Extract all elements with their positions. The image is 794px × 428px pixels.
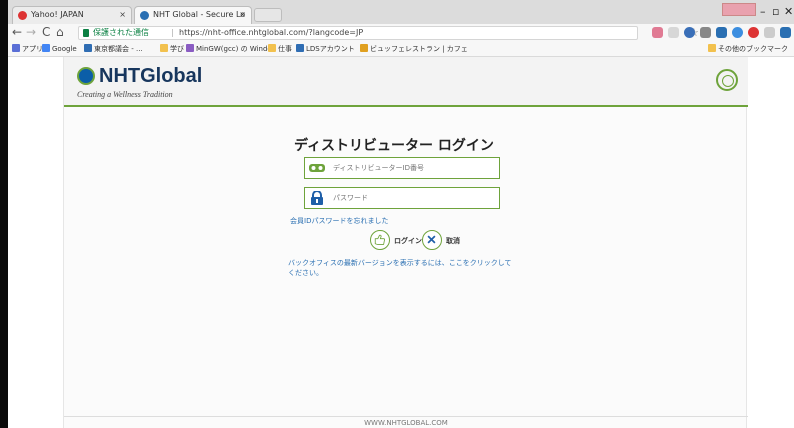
folder-icon bbox=[160, 44, 168, 52]
page-viewport: NHTGlobal Creating a Wellness Tradition … bbox=[8, 57, 794, 428]
latest-version-link[interactable]: バックオフィスの最新バージョンを表示するには、ここをクリックしてください。 bbox=[288, 258, 518, 278]
password-field[interactable] bbox=[304, 187, 500, 209]
profile-avatar-icon[interactable] bbox=[780, 27, 791, 38]
tab-title: Yahoo! JAPAN bbox=[31, 10, 84, 19]
reload-button[interactable]: C bbox=[42, 25, 50, 40]
tab-yahoo[interactable]: Yahoo! JAPAN × bbox=[12, 6, 132, 24]
login-title: ディストリビューター ログイン bbox=[294, 138, 494, 154]
site-icon bbox=[84, 44, 92, 52]
extension-pocket-icon[interactable] bbox=[684, 27, 695, 38]
minimize-button[interactable]: – bbox=[760, 6, 766, 18]
left-window-edge bbox=[0, 0, 8, 428]
site-panel: NHTGlobal Creating a Wellness Tradition … bbox=[63, 57, 748, 428]
bookmark-other[interactable]: その他のブックマーク bbox=[708, 42, 788, 56]
new-tab-button[interactable] bbox=[254, 8, 282, 22]
login-button-label: ログイン bbox=[394, 237, 422, 245]
site-icon bbox=[360, 44, 368, 52]
distributor-id-input[interactable] bbox=[333, 161, 493, 175]
site-logo[interactable]: NHTGlobal bbox=[99, 65, 202, 88]
folder-icon bbox=[268, 44, 276, 52]
bookmark-google[interactable]: Google bbox=[42, 42, 77, 56]
folder-icon bbox=[708, 44, 716, 52]
apps-grid-icon bbox=[12, 44, 20, 52]
password-input[interactable] bbox=[333, 191, 493, 205]
back-button[interactable]: ← bbox=[12, 25, 22, 40]
site-icon bbox=[186, 44, 194, 52]
bookmark-work[interactable]: 仕事 bbox=[268, 42, 292, 56]
tab-nht-global[interactable]: NHT Global - Secure Lo × bbox=[134, 6, 252, 24]
bookmark-label: Google bbox=[52, 45, 77, 53]
bookmark-apps[interactable]: アプリ bbox=[12, 42, 43, 56]
secure-label: 保護された通信 bbox=[93, 28, 149, 37]
close-icon bbox=[422, 230, 442, 250]
extension-shield-icon[interactable] bbox=[668, 27, 679, 38]
home-button[interactable]: ⌂ bbox=[56, 25, 64, 40]
bookmark-label: その他のブックマーク bbox=[718, 45, 788, 53]
thumbs-up-icon bbox=[370, 230, 390, 250]
extension-play-icon[interactable] bbox=[700, 27, 711, 38]
maximize-button[interactable]: ▫ bbox=[772, 6, 779, 18]
extension-s-icon[interactable] bbox=[732, 27, 743, 38]
tab-close-icon[interactable]: × bbox=[119, 7, 126, 23]
bookmarks-bar: アプリ Google 東京都議会 - ... 学び MinGW(gcc) の W… bbox=[8, 42, 794, 57]
bookmark-label: 仕事 bbox=[278, 45, 292, 53]
window-close-button[interactable]: ✕ bbox=[784, 6, 793, 18]
extension-y-icon[interactable] bbox=[652, 27, 663, 38]
bookmark-label: 学び bbox=[170, 45, 184, 53]
nht-favicon-icon bbox=[140, 11, 149, 20]
forgot-password-link[interactable]: 会員IDパスワードを忘れました bbox=[290, 216, 388, 226]
google-icon bbox=[42, 44, 50, 52]
bookmark-label: アプリ bbox=[22, 45, 43, 53]
bookmark-mingw[interactable]: MinGW(gcc) の Windo bbox=[186, 42, 272, 56]
bookmark-lds[interactable]: LDSアカウント bbox=[296, 42, 355, 56]
distributor-id-field[interactable] bbox=[304, 157, 500, 179]
bookmark-label: 東京都議会 - ... bbox=[94, 45, 143, 53]
lock-icon bbox=[311, 191, 323, 205]
tab-close-icon[interactable]: × bbox=[239, 7, 246, 23]
forward-button[interactable]: → bbox=[26, 25, 36, 40]
bookmark-manabi[interactable]: 学び bbox=[160, 42, 184, 56]
logo-tagline: Creating a Wellness Tradition bbox=[77, 90, 173, 99]
cancel-button-label: 取消 bbox=[446, 237, 460, 245]
site-icon bbox=[296, 44, 304, 52]
mask-icon bbox=[309, 164, 325, 172]
bookmark-label: MinGW(gcc) の Windo bbox=[196, 45, 272, 53]
browser-tab-bar: Yahoo! JAPAN × NHT Global - Secure Lo × … bbox=[8, 0, 794, 24]
nht-logo-icon bbox=[77, 67, 95, 85]
extension-grid-icon[interactable] bbox=[764, 27, 775, 38]
bookmark-label: ビュッフェレストラン | カフェ bbox=[370, 45, 468, 53]
site-header: NHTGlobal Creating a Wellness Tradition bbox=[64, 57, 748, 107]
profile-badge[interactable] bbox=[722, 3, 756, 16]
url-separator: | bbox=[171, 28, 174, 37]
extension-red-icon[interactable] bbox=[748, 27, 759, 38]
navigation-bar: ← → C ⌂ 保護された通信 | https://nht-office.nht… bbox=[8, 24, 794, 42]
tab-title: NHT Global - Secure Lo bbox=[153, 10, 246, 19]
site-footer: WWW.NHTGLOBAL.COM bbox=[64, 416, 748, 428]
bookmark-label: LDSアカウント bbox=[306, 45, 355, 53]
globe-icon[interactable] bbox=[716, 69, 738, 91]
extension-square-icon[interactable] bbox=[716, 27, 727, 38]
address-bar[interactable]: 保護された通信 | https://nht-office.nhtglobal.c… bbox=[78, 26, 699, 40]
lock-icon bbox=[83, 29, 89, 37]
bookmark-tokyo[interactable]: 東京都議会 - ... bbox=[84, 42, 143, 56]
url-text[interactable]: https://nht-office.nhtglobal.com/?langco… bbox=[179, 27, 363, 39]
yahoo-favicon-icon bbox=[18, 11, 27, 20]
bookmark-buffet[interactable]: ビュッフェレストラン | カフェ bbox=[360, 42, 468, 56]
